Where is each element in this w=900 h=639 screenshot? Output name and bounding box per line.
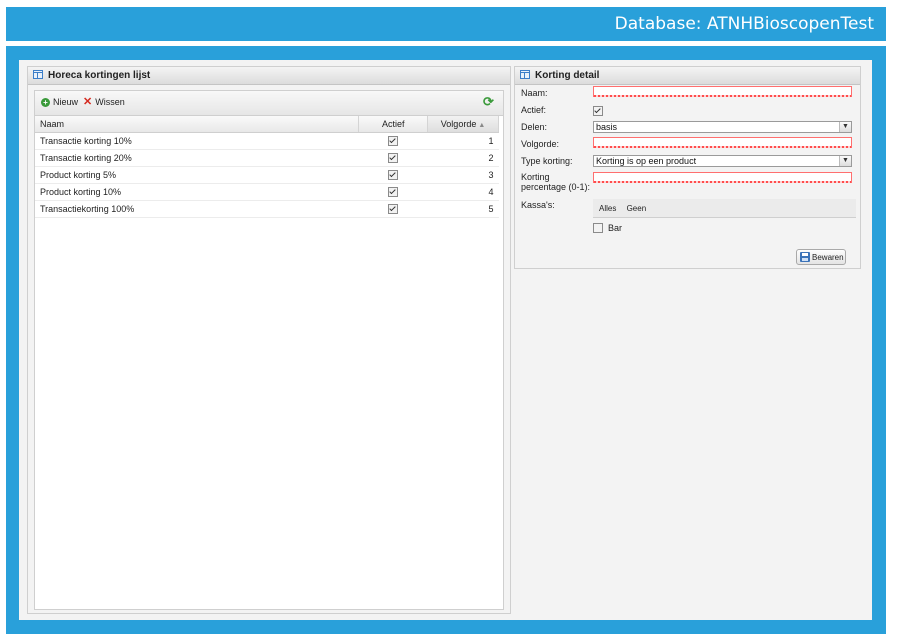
actief-row-checkbox[interactable]: [388, 136, 399, 147]
save-icon: [800, 252, 810, 262]
cell-actief: [358, 132, 428, 150]
column-header-volgorde-label: Volgorde: [440, 119, 477, 129]
volgorde-input[interactable]: [593, 137, 852, 148]
cell-volgorde: 1: [427, 132, 499, 150]
actief-row-checkbox[interactable]: [388, 153, 399, 164]
table-row[interactable]: Product korting 5% 3: [35, 166, 499, 184]
table-row[interactable]: Transactie korting 20% 2: [35, 149, 499, 167]
refresh-icon[interactable]: ⟳: [483, 95, 495, 108]
kassa-bar-label: Bar: [608, 223, 623, 233]
label-korting-percentage-line1: Korting: [521, 172, 550, 182]
label-kassas: Kassa's:: [521, 200, 555, 210]
label-korting-percentage-line2: percentage (0-1):: [521, 182, 591, 192]
kassa-item-bar[interactable]: Bar: [593, 223, 622, 233]
sort-ascending-icon: ▲: [478, 122, 486, 129]
detail-panel-title: Korting detail: [535, 70, 600, 81]
list-panel-header: Horeca kortingen lijst: [28, 67, 510, 85]
cell-volgorde: 5: [427, 200, 499, 218]
save-button[interactable]: Bewaren: [796, 249, 846, 265]
cell-naam: Transactie korting 10%: [35, 132, 359, 150]
kortingen-table: Naam Actief Volgorde ▲ Transactie korting…: [35, 116, 499, 218]
actief-row-checkbox[interactable]: [388, 170, 399, 181]
top-bar: Database: ATNHBioscopenTest: [6, 7, 886, 41]
label-type-korting: Type korting:: [521, 156, 573, 166]
form-icon: [520, 70, 530, 79]
cell-naam: Transactiekorting 100%: [35, 200, 359, 218]
delete-button[interactable]: ✕ Wissen: [83, 95, 125, 108]
actief-row-checkbox[interactable]: [388, 204, 399, 215]
kassa-select-all-link[interactable]: Alles: [599, 204, 616, 213]
actief-row-checkbox[interactable]: [388, 187, 399, 198]
table-row[interactable]: Transactiekorting 100% 5: [35, 200, 499, 218]
delen-select-value: basis: [596, 122, 618, 132]
kassa-select-none-link[interactable]: Geen: [627, 204, 647, 213]
detail-panel-header: Korting detail: [515, 67, 860, 85]
add-icon: +: [41, 97, 50, 107]
list-panel: Horeca kortingen lijst + Nieuw ✕ Wissen …: [27, 66, 511, 614]
cell-naam: Transactie korting 20%: [35, 149, 359, 167]
label-actief: Actief:: [521, 105, 547, 115]
main-frame: Horeca kortingen lijst + Nieuw ✕ Wissen …: [6, 46, 886, 634]
cell-actief: [358, 149, 428, 167]
table-header-row: Naam Actief Volgorde ▲: [35, 116, 499, 133]
delete-icon: ✕: [83, 95, 93, 108]
list-panel-title: Horeca kortingen lijst: [48, 70, 151, 81]
kassa-selector-bar: Alles Geen: [593, 199, 856, 218]
column-header-naam[interactable]: Naam: [35, 116, 360, 133]
table-row[interactable]: Transactie korting 10% 1: [35, 132, 499, 150]
type-korting-select[interactable]: Korting is op een product ▼: [593, 155, 852, 167]
cell-actief: [358, 166, 428, 184]
label-volgorde: Volgorde:: [521, 139, 560, 149]
column-header-actief[interactable]: Actief: [358, 116, 429, 133]
list-grid: + Nieuw ✕ Wissen ⟳ Naam Actief Volgorde …: [34, 90, 504, 610]
save-button-label: Bewaren: [812, 253, 844, 262]
cell-volgorde: 2: [427, 149, 499, 167]
new-button-label: Nieuw: [53, 97, 79, 107]
detail-panel: Korting detail Naam: Actief: Delen: basi…: [514, 66, 861, 269]
cell-volgorde: 4: [427, 183, 499, 201]
cell-actief: [358, 200, 428, 218]
chevron-down-icon[interactable]: ▼: [839, 156, 851, 166]
korting-percentage-input[interactable]: [593, 172, 852, 183]
cell-naam: Product korting 5%: [35, 166, 359, 184]
naam-input[interactable]: [593, 86, 852, 97]
delen-select[interactable]: basis ▼: [593, 121, 852, 133]
label-korting-percentage: Korting percentage (0-1):: [521, 172, 590, 192]
new-button[interactable]: + Nieuw: [41, 97, 78, 107]
delete-button-label: Wissen: [95, 97, 125, 107]
cell-actief: [358, 183, 428, 201]
cell-naam: Product korting 10%: [35, 183, 359, 201]
chevron-down-icon[interactable]: ▼: [839, 122, 851, 132]
content-area: Horeca kortingen lijst + Nieuw ✕ Wissen …: [19, 60, 872, 620]
database-title: Database: ATNHBioscopenTest: [614, 14, 874, 34]
cell-volgorde: 3: [427, 166, 499, 184]
grid-icon: [33, 70, 43, 79]
column-header-volgorde[interactable]: Volgorde ▲: [427, 116, 499, 133]
actief-checkbox[interactable]: [593, 106, 603, 116]
kassa-bar-checkbox[interactable]: [593, 223, 603, 233]
list-toolbar: + Nieuw ✕ Wissen ⟳: [35, 91, 503, 116]
table-row[interactable]: Product korting 10% 4: [35, 183, 499, 201]
type-korting-select-value: Korting is op een product: [596, 156, 697, 166]
label-naam: Naam:: [521, 88, 548, 98]
label-delen: Delen:: [521, 122, 548, 132]
